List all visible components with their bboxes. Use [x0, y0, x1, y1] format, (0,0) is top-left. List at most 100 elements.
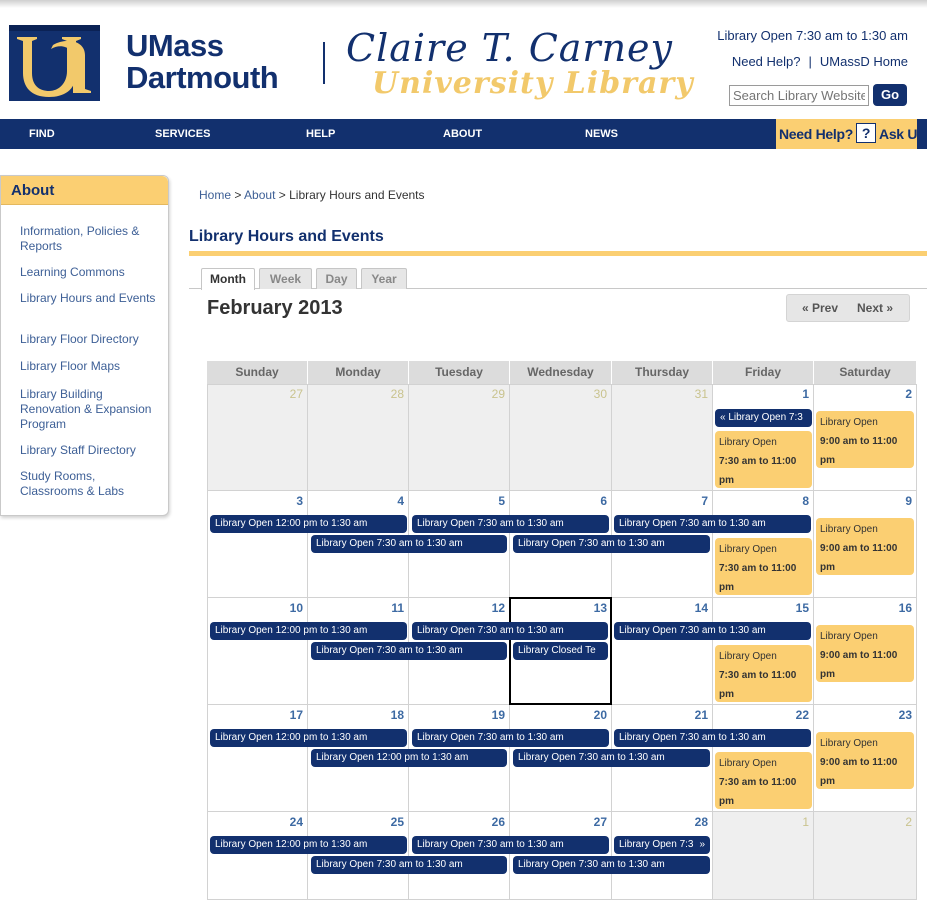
sidebar-item-learning-commons[interactable]: Learning Commons: [20, 265, 160, 280]
event-bar[interactable]: Library Open 7:30 am to 1:30 am: [614, 515, 811, 533]
hours-status-link[interactable]: Library Open 7:30 am to 1:30 am: [717, 28, 908, 43]
event-bar[interactable]: Library Open 12:00 pm to 1:30 am: [210, 515, 407, 533]
event-bar[interactable]: Library Open 12:00 pm to 1:30 am: [311, 749, 507, 767]
search-input[interactable]: [729, 85, 869, 106]
event-bar[interactable]: Library Open 7:30 am to 1:30 am: [513, 535, 710, 553]
sidebar-item-hours-events[interactable]: Library Hours and Events: [20, 291, 160, 306]
event-bar[interactable]: Library Open 12:00 pm to 1:30 am: [210, 836, 407, 854]
event-hours: 7:30 am to 11:00 pm: [719, 670, 797, 700]
tab-year[interactable]: Year: [361, 268, 407, 289]
search-go-button[interactable]: Go: [873, 84, 907, 106]
day-number: 21: [694, 708, 708, 722]
event-block-saturday[interactable]: Library Open 9:00 am to 11:00 pm: [816, 518, 914, 575]
day-cell[interactable]: 28: [308, 384, 409, 491]
day-cell[interactable]: 1: [713, 812, 814, 900]
sidebar-item-staff-directory[interactable]: Library Staff Directory: [20, 443, 160, 458]
event-bar[interactable]: Library Open 7:30 am to 1:30 am: [412, 836, 609, 854]
prev-month-button[interactable]: « Prev: [802, 295, 838, 321]
event-bar[interactable]: Library Open 7:30 am to 1:30 am: [412, 622, 608, 640]
top-links: Need Help? | UMassD Home: [732, 54, 908, 69]
umass-logo[interactable]: [9, 25, 100, 101]
event-bar[interactable]: Library Open 7:30 am to 1:30 am: [311, 535, 507, 553]
sidebar-item-study-rooms[interactable]: Study Rooms, Classrooms & Labs: [20, 469, 160, 499]
event-bar[interactable]: Library Open 7:30 am to 1:30 am: [412, 515, 609, 533]
day-number: 15: [795, 601, 809, 615]
event-label: Library Open: [820, 738, 878, 749]
event-label: Library Open: [820, 631, 878, 642]
umassd-home-link[interactable]: UMassD Home: [820, 54, 908, 69]
day-header-tuesday: Tuesday: [409, 361, 510, 384]
event-block-friday[interactable]: Library Open 7:30 am to 11:00 pm: [715, 645, 812, 702]
breadcrumb-separator: >: [234, 188, 242, 202]
event-label: Library Open: [820, 524, 878, 535]
day-cell[interactable]: 29: [409, 384, 510, 491]
event-block-friday[interactable]: Library Open 7:30 am to 11:00 pm: [715, 538, 812, 595]
day-cell[interactable]: 30: [510, 384, 612, 491]
event-block-saturday[interactable]: Library Open 9:00 am to 11:00 pm: [816, 732, 914, 789]
event-label: Library Open: [719, 544, 777, 555]
event-block-friday[interactable]: Library Open 7:30 am to 11:00 pm: [715, 431, 812, 488]
ask-us-button[interactable]: Need Help?? Ask Us!: [776, 119, 927, 149]
event-bar[interactable]: Library Open 7:30 am to 1:30 am: [311, 856, 507, 874]
prev-next-control: « Prev Next »: [786, 294, 910, 322]
event-hours: 9:00 am to 11:00 pm: [820, 650, 898, 680]
event-bar-closed[interactable]: Library Closed Te: [513, 642, 608, 660]
event-block-saturday[interactable]: Library Open 9:00 am to 11:00 pm: [816, 625, 914, 682]
event-block-saturday[interactable]: Library Open 9:00 am to 11:00 pm: [816, 411, 914, 468]
event-bar[interactable]: Library Open 12:00 pm to 1:30 am: [210, 729, 407, 747]
event-label: Library Open: [719, 758, 777, 769]
breadcrumb-home[interactable]: Home: [199, 188, 231, 202]
nav-about[interactable]: ABOUT: [443, 119, 482, 149]
library-name-logo[interactable]: Claire T. Carney: [346, 26, 673, 70]
day-number: 29: [491, 387, 505, 401]
need-help-link[interactable]: Need Help?: [732, 54, 801, 69]
breadcrumb-separator: >: [278, 188, 286, 202]
event-hours: 9:00 am to 11:00 pm: [820, 436, 898, 466]
event-bar[interactable]: Library Open 12:00 pm to 1:30 am: [210, 622, 407, 640]
sidebar-item-floor-maps[interactable]: Library Floor Maps: [20, 359, 160, 374]
day-cell[interactable]: 2: [814, 812, 917, 900]
nav-services[interactable]: SERVICES: [155, 119, 210, 149]
sidebar-item-information-policies[interactable]: Information, Policies & Reports: [20, 224, 160, 254]
breadcrumb-about[interactable]: About: [244, 188, 275, 202]
tab-week[interactable]: Week: [259, 268, 312, 289]
day-number: 22: [795, 708, 809, 722]
umass-dartmouth-wordmark[interactable]: UMass Dartmouth: [126, 30, 279, 95]
tab-month[interactable]: Month: [201, 268, 255, 290]
event-bar[interactable]: Library Open 7:30 am to 1:30 am: [311, 642, 507, 660]
sidebar-item-renovation[interactable]: Library Building Renovation & Expansion …: [20, 387, 160, 432]
nav-help[interactable]: HELP: [306, 119, 335, 149]
event-bar[interactable]: Library Open 7:30 am to 1:30 am: [412, 729, 609, 747]
event-bar[interactable]: Library Open 7:30 am to 1:30 am: [614, 622, 811, 640]
day-cell[interactable]: 17: [207, 705, 308, 812]
event-bar[interactable]: Library Open 7:30 am to 1:30 am: [513, 749, 710, 767]
day-cell[interactable]: 31: [612, 384, 713, 491]
day-number: 8: [802, 494, 809, 508]
event-label: Library Open 7:3: [619, 839, 694, 850]
event-block-friday[interactable]: Library Open 7:30 am to 11:00 pm: [715, 752, 812, 809]
day-header-friday: Friday: [713, 361, 814, 384]
day-cell[interactable]: 14: [612, 598, 713, 705]
university-library-logo[interactable]: University Library: [372, 66, 694, 101]
dartmouth-text: Dartmouth: [126, 60, 279, 95]
day-number: 1: [802, 815, 809, 829]
event-bar-continues[interactable]: Library Open 7:3 »: [614, 836, 710, 854]
nav-news[interactable]: NEWS: [585, 119, 618, 149]
day-number: 18: [390, 708, 404, 722]
day-number: 2: [905, 387, 912, 401]
header-divider: [323, 42, 325, 84]
event-bar[interactable]: Library Open 7:30 am to 1:30 am: [513, 856, 710, 874]
day-cell[interactable]: 24: [207, 812, 308, 900]
day-cell[interactable]: 27: [207, 384, 308, 491]
day-number: 13: [593, 601, 607, 615]
nav-find[interactable]: FIND: [29, 119, 55, 149]
day-number: 30: [593, 387, 607, 401]
sidebar-item-floor-directory[interactable]: Library Floor Directory: [20, 332, 160, 347]
event-bar[interactable]: Library Open 7:30 am to 1:30 am: [614, 729, 811, 747]
day-cell[interactable]: 10: [207, 598, 308, 705]
next-month-button[interactable]: Next »: [857, 295, 893, 321]
day-header-sunday: Sunday: [207, 361, 308, 384]
day-cell[interactable]: 3: [207, 491, 308, 598]
event-bar[interactable]: « Library Open 7:3: [715, 409, 812, 427]
tab-day[interactable]: Day: [316, 268, 357, 289]
